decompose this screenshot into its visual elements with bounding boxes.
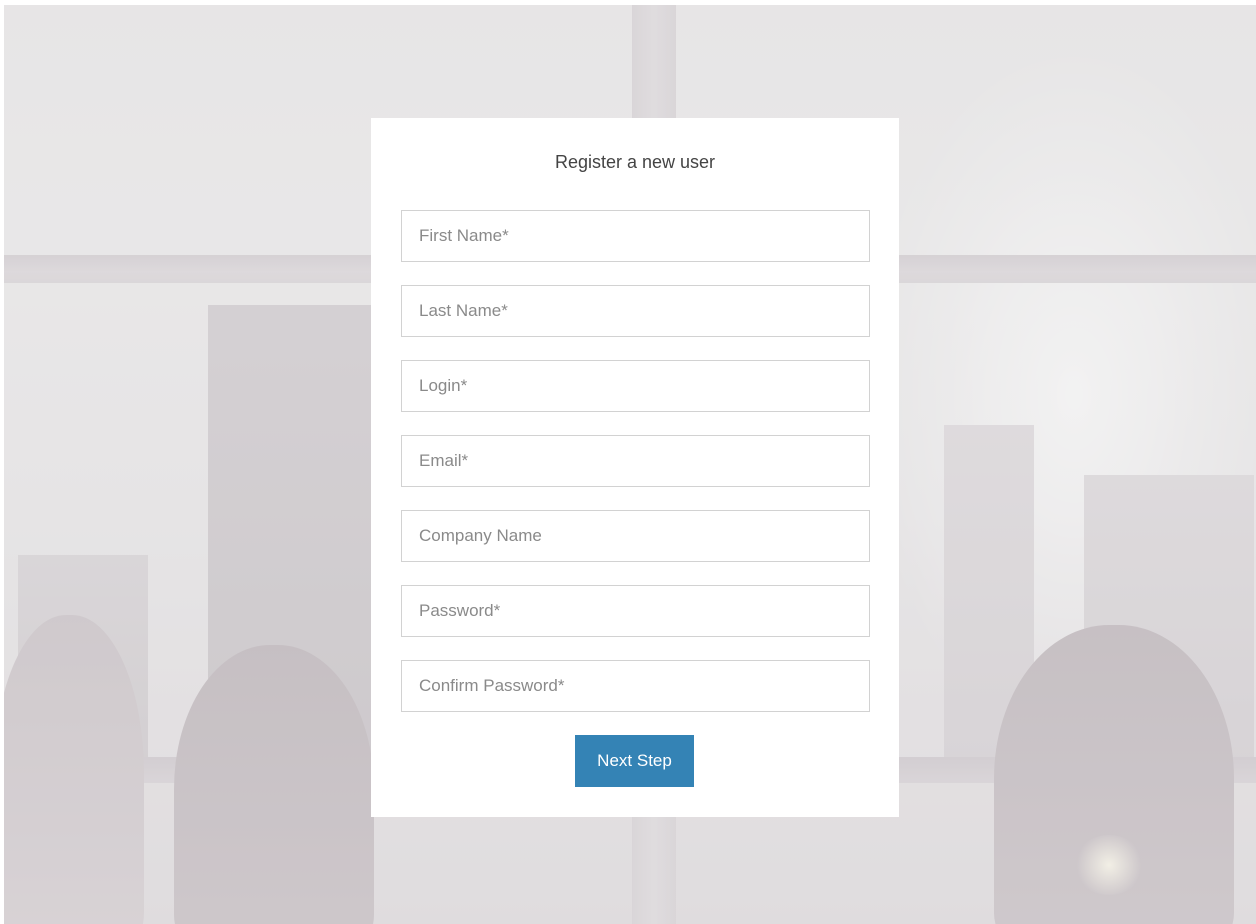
page-title: Register a new user [554, 152, 716, 172]
company-name-field[interactable] [401, 510, 870, 562]
next-step-button[interactable]: Next Step [575, 735, 694, 787]
registration-card: Register a new user Next Step [371, 118, 899, 817]
first-name-field[interactable] [401, 210, 870, 262]
login-field[interactable] [401, 360, 870, 412]
last-name-field[interactable] [401, 285, 870, 337]
email-field[interactable] [401, 435, 870, 487]
password-field[interactable] [401, 585, 870, 637]
confirm-password-field[interactable] [401, 660, 870, 712]
